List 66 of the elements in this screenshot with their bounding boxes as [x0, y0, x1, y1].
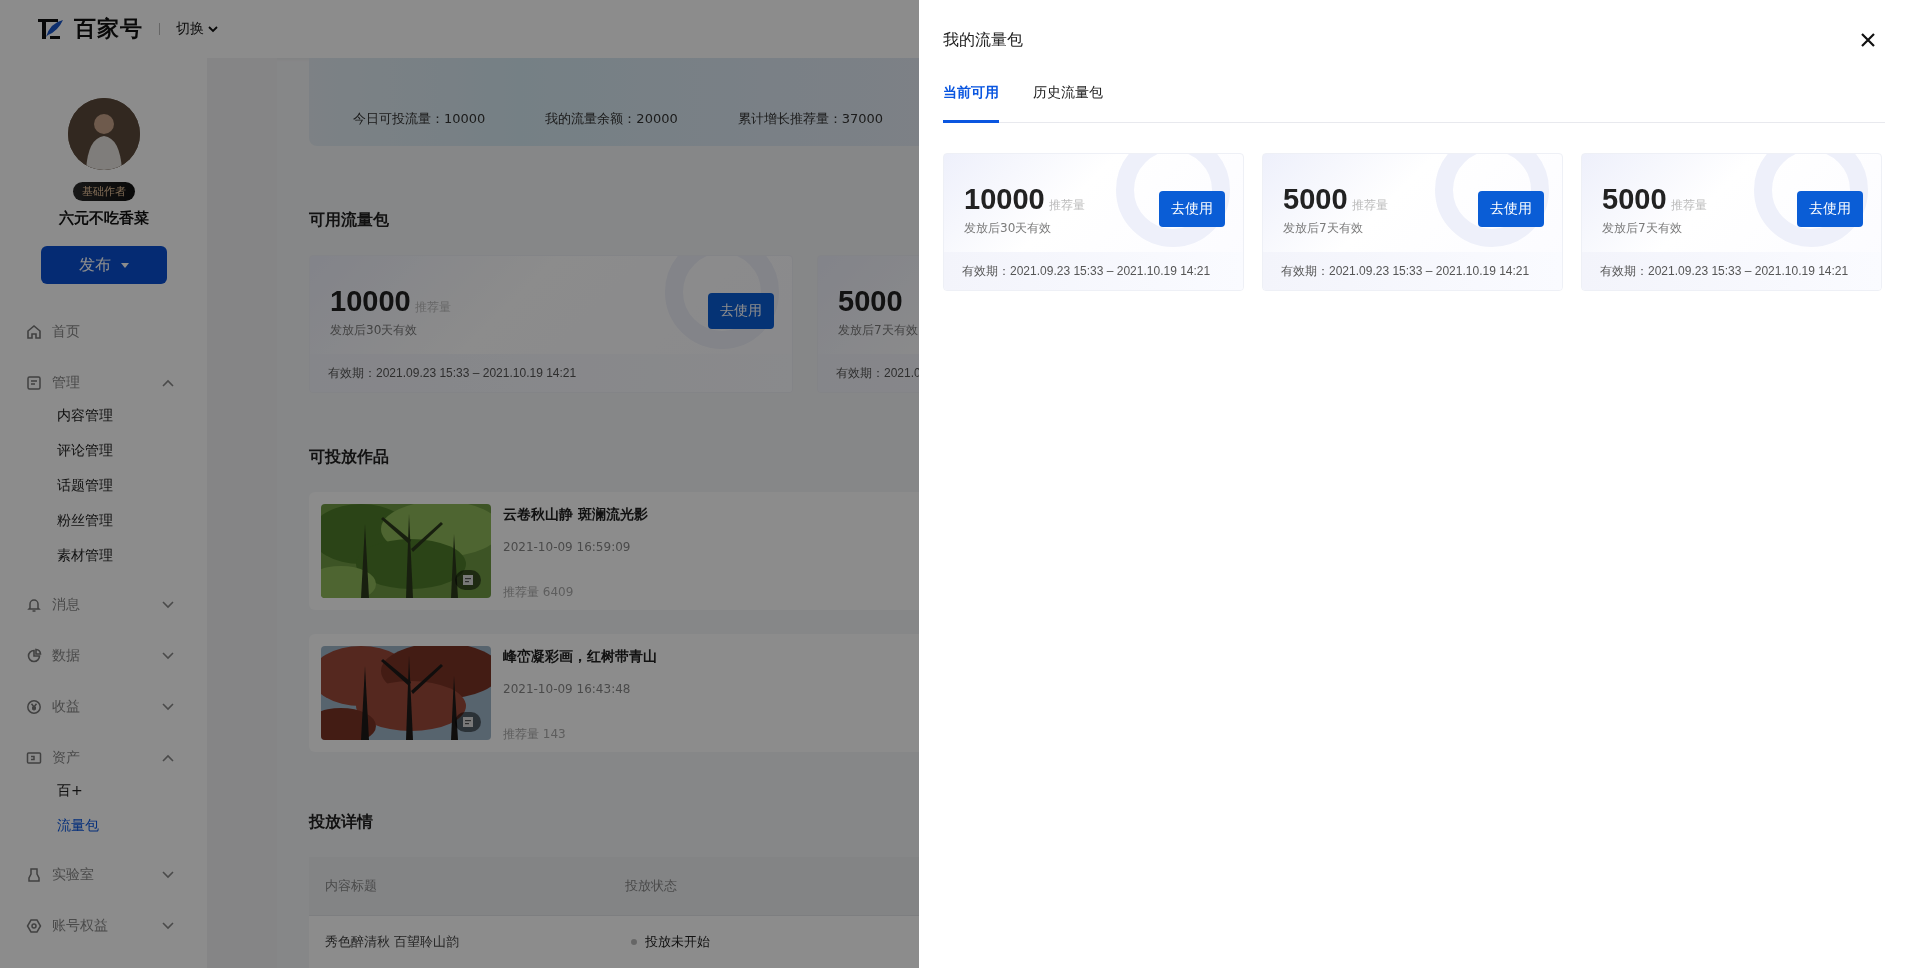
amount-unit: 推荐量	[1048, 197, 1085, 214]
work-date: 2021-10-09 16:59:09	[503, 540, 632, 554]
stat-text: 我的流量余额：20000	[545, 110, 678, 128]
use-button[interactable]: 去使用	[708, 293, 774, 329]
amount-unit: 推荐量	[1670, 197, 1707, 214]
switch-button[interactable]: 切换	[176, 20, 218, 38]
validity-note: 发放后7天有效	[1602, 220, 1683, 237]
chevron-down-icon[interactable]	[162, 651, 174, 660]
work-title: 峰峦凝彩画，红树带青山	[503, 648, 657, 666]
logo-icon	[36, 17, 64, 41]
stat-text: 今日可投流量：10000	[353, 110, 486, 128]
author-badge: 基础作者	[72, 182, 135, 201]
submenu-item[interactable]: 百+	[0, 773, 207, 808]
chevron-down-icon[interactable]	[162, 702, 174, 711]
section-title: 可用流量包	[309, 210, 390, 231]
submenu-item[interactable]: 素材管理	[0, 538, 207, 573]
table-cell-text: 秀色醉清秋 百望聆山韵	[324, 933, 461, 952]
wallet-icon	[26, 749, 42, 766]
stat-text: 累计增长推荐量：37000	[737, 110, 884, 128]
hexagon-icon	[26, 917, 42, 934]
home-icon	[26, 323, 42, 340]
validity-period: 有效期：2021.09.23 15:33 – 2021.10.19 14:21	[1582, 252, 1881, 290]
amount-unit: 推荐量	[1351, 197, 1388, 214]
chevron-down-icon	[208, 25, 218, 33]
chevron-up-icon[interactable]	[162, 753, 174, 762]
validity-period: 有效期：2021.09.23 15:33 – 2021.10.19 14:21	[1263, 252, 1562, 290]
document-icon	[26, 374, 42, 391]
caret-icon	[120, 262, 129, 268]
package-amount: 10000	[330, 285, 411, 318]
package-amount: 5000	[1602, 183, 1667, 216]
tab[interactable]: 历史流量包	[1033, 84, 1103, 123]
use-button[interactable]: 去使用	[1478, 191, 1544, 227]
tab[interactable]: 当前可用	[943, 84, 999, 123]
package-amount: 5000	[1283, 183, 1348, 216]
logo-text: 百家号	[74, 15, 143, 43]
chevron-down-icon[interactable]	[162, 600, 174, 609]
validity-period: 有效期：2021.09.23 15:33 – 2021.10.19 14:21	[944, 252, 1243, 290]
submenu-item[interactable]: 话题管理	[0, 468, 207, 503]
yen-coin-icon	[26, 698, 42, 715]
submenu-item[interactable]: 流量包	[0, 808, 207, 843]
section-title: 投放详情	[309, 812, 374, 833]
validity-note: 发放后7天有效	[1283, 220, 1364, 237]
drawer-title: 我的流量包	[943, 29, 1023, 51]
validity-note: 发放后30天有效	[964, 220, 1053, 237]
submenu-item[interactable]: 内容管理	[0, 398, 207, 433]
publish-button[interactable]: 发布	[40, 246, 167, 284]
work-title: 云卷秋山静 斑澜流光影	[503, 506, 648, 524]
pie-chart-icon	[26, 647, 42, 664]
chevron-down-icon[interactable]	[162, 921, 174, 930]
chevron-down-icon[interactable]	[162, 870, 174, 879]
use-button[interactable]: 去使用	[1159, 191, 1225, 227]
username: 六元不吃香菜	[58, 209, 149, 228]
status-text: 投放未开始	[645, 933, 710, 952]
work-date: 2021-10-09 16:43:48	[503, 682, 632, 696]
status-dot	[631, 939, 637, 946]
submenu-item[interactable]: 评论管理	[0, 433, 207, 468]
section-title: 可投放作品	[309, 447, 390, 468]
validity-note: 发放后30天有效	[330, 322, 419, 339]
lab-icon	[26, 866, 42, 883]
chevron-up-icon[interactable]	[162, 378, 174, 387]
bell-icon	[26, 596, 42, 613]
validity-note: 发放后7天有效	[838, 322, 918, 339]
package-amount: 5000	[838, 285, 903, 318]
submenu-item[interactable]: 粉丝管理	[0, 503, 207, 538]
use-button[interactable]: 去使用	[1797, 191, 1863, 227]
package-amount: 10000	[964, 183, 1045, 216]
